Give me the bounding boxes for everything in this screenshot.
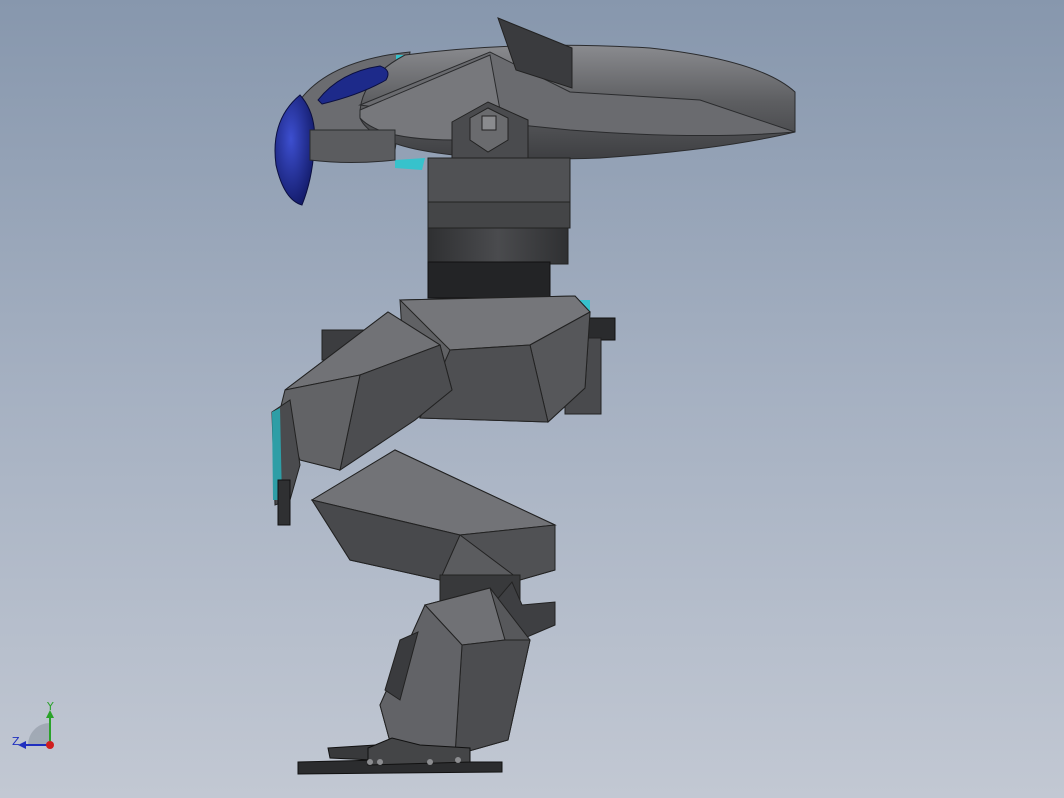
triad-base-quadrant	[28, 723, 50, 745]
robot-model[interactable]	[0, 0, 1064, 798]
triad-x-axis-dot	[46, 741, 54, 749]
robot-shin[interactable]	[310, 449, 557, 581]
head-visor	[274, 94, 316, 206]
axis-triad	[18, 710, 54, 749]
triad-y-label: Y	[47, 700, 54, 713]
foot-bolt-1	[367, 759, 373, 765]
foot-bolt-2	[377, 759, 383, 765]
robot-neck[interactable]	[427, 157, 571, 299]
calf-front-facet	[454, 639, 531, 756]
foot-bolt-3	[427, 759, 433, 765]
graphics-viewport[interactable]: Y Z	[0, 0, 1064, 798]
head-accent-lower	[395, 158, 425, 170]
knee-pin	[277, 479, 291, 526]
neck-collar	[427, 261, 551, 299]
triad-z-label: Z	[12, 735, 20, 748]
neck-upper-block	[427, 157, 571, 203]
neck-mid-block	[427, 201, 571, 229]
head-jaw	[309, 129, 396, 163]
neck-lower-block	[427, 227, 569, 265]
robot-lower-leg[interactable]	[379, 574, 556, 761]
head-side-mount-bolt	[481, 115, 497, 131]
foot-bolt-4	[455, 757, 461, 763]
